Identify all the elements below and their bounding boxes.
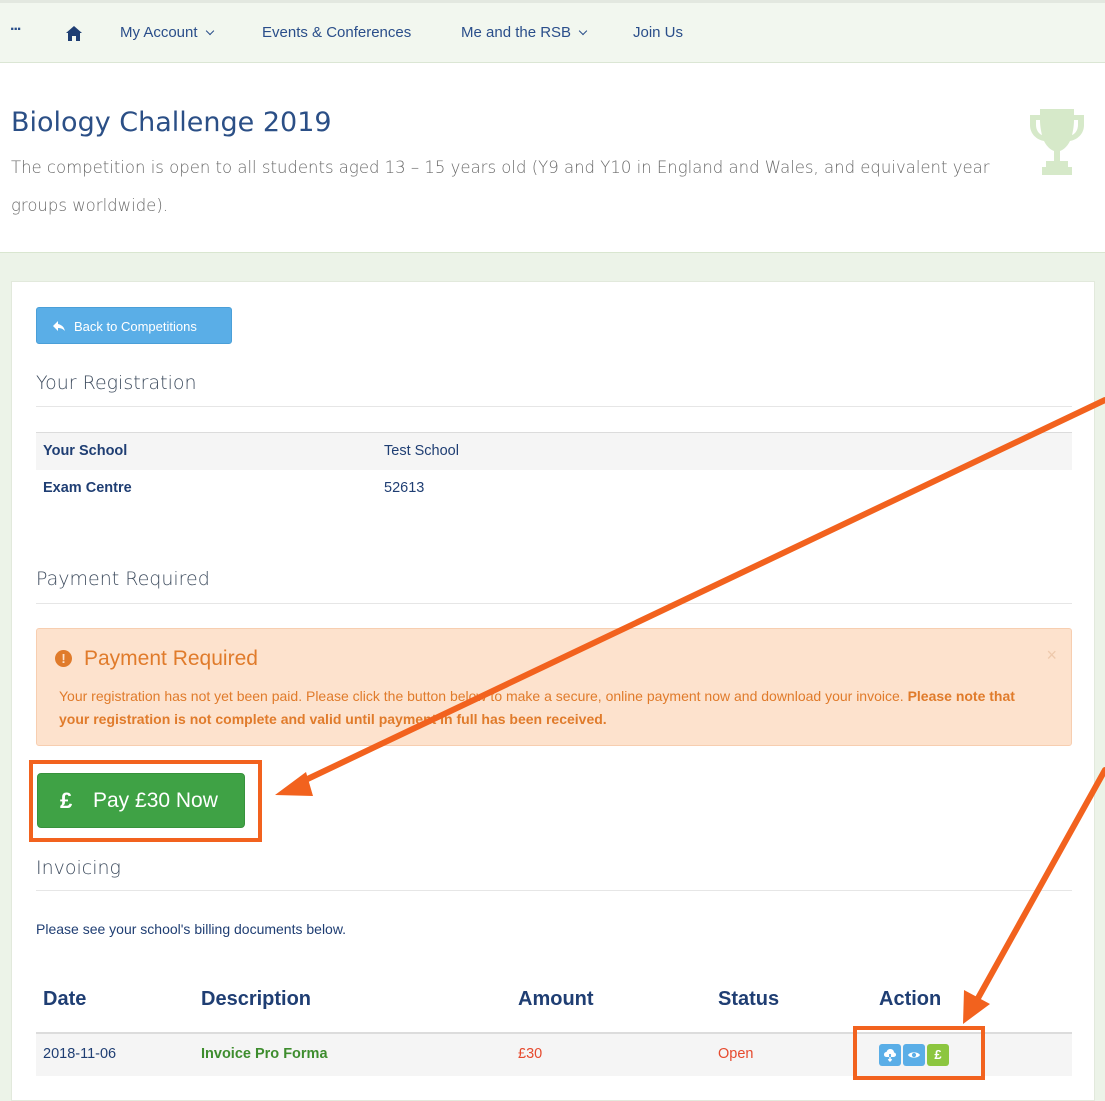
column-header-status: Status	[718, 988, 780, 1010]
top-navigation: ... My Account Events & Conferences Me a…	[0, 0, 1105, 63]
invoicing-heading: Invoicing	[36, 857, 121, 879]
actions-callout	[853, 1026, 985, 1080]
alert-message: Your registration has not yet been paid.…	[59, 685, 1049, 731]
column-header-amount: Amount	[518, 988, 594, 1010]
alert-title-text: Payment Required	[84, 647, 258, 670]
exclamation-icon: !	[55, 650, 72, 667]
table-row: Your School Test School	[36, 433, 1072, 470]
chevron-down-icon	[578, 26, 588, 36]
invoice-description-link[interactable]: Invoice Pro Forma	[201, 1046, 328, 1062]
invoice-date: 2018-11-06	[43, 1046, 117, 1062]
nav-me-and-rsb-label: Me and the RSB	[461, 24, 572, 41]
page-subtitle: The competition is open to all students …	[11, 158, 990, 215]
divider	[36, 603, 1072, 604]
home-icon[interactable]	[66, 25, 82, 43]
invoice-amount: £30	[518, 1046, 543, 1062]
page-header: Biology Challenge 2019 The competition i…	[0, 63, 1105, 253]
pay-button-callout	[29, 760, 262, 842]
registration-heading: Your Registration	[36, 372, 197, 394]
table-row: Exam Centre 52613	[36, 470, 1072, 507]
row-value: Test School	[384, 443, 459, 459]
row-label: Your School	[43, 443, 128, 459]
back-button-label: Back to Competitions	[74, 319, 197, 334]
invoice-status: Open	[718, 1046, 754, 1062]
chevron-down-icon	[205, 26, 214, 36]
column-header-action: Action	[879, 988, 942, 1010]
nav-events[interactable]: Events & Conferences	[262, 24, 411, 41]
page-title: Biology Challenge 2019	[11, 107, 332, 138]
divider	[36, 406, 1072, 407]
nav-me-and-rsb[interactable]: Me and the RSB	[461, 24, 588, 41]
more-menu-icon[interactable]: ...	[10, 17, 21, 35]
nav-join-us[interactable]: Join Us	[633, 24, 683, 41]
column-header-date: Date	[43, 988, 87, 1010]
alert-text: Your registration has not yet been paid.…	[59, 688, 908, 704]
divider	[36, 890, 1072, 891]
back-arrow-icon	[53, 321, 65, 331]
trophy-icon	[1030, 109, 1084, 175]
column-header-description: Description	[201, 988, 312, 1010]
nav-my-account[interactable]: My Account	[120, 24, 214, 41]
alert-title: ! Payment Required	[55, 647, 258, 671]
back-to-competitions-button[interactable]: Back to Competitions	[36, 307, 232, 344]
payment-heading: Payment Required	[36, 568, 210, 590]
payment-alert: ! Payment Required Your registration has …	[36, 628, 1072, 746]
row-label: Exam Centre	[43, 480, 132, 496]
row-value: 52613	[384, 480, 425, 496]
close-icon[interactable]: ×	[1046, 645, 1057, 666]
billing-note: Please see your school's billing documen…	[36, 921, 347, 937]
registration-table: Your School Test School Exam Centre 5261…	[36, 432, 1072, 507]
nav-my-account-label: My Account	[120, 24, 198, 41]
